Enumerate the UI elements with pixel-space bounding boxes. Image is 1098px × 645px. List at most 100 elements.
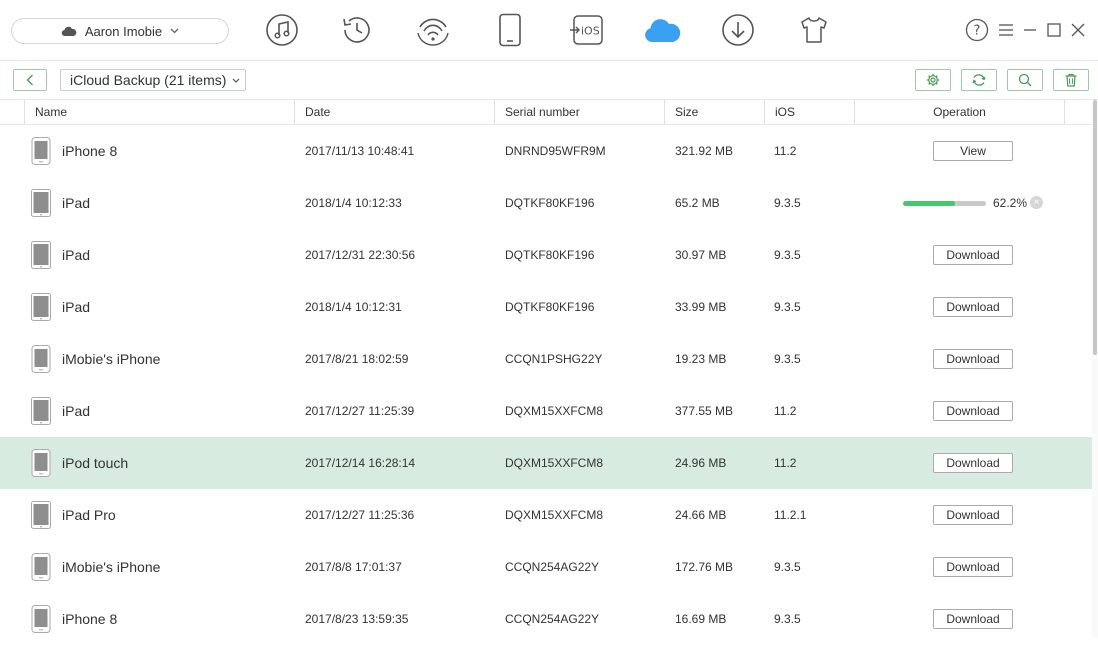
- backup-list-selector[interactable]: iCloud Backup (21 items): [60, 69, 246, 91]
- serial-number: DQTKF80KF196: [505, 177, 594, 229]
- table-row[interactable]: iPhone 82017/11/13 10:48:41DNRND95WFR9M3…: [0, 125, 1092, 177]
- column-header-size[interactable]: Size: [664, 100, 764, 124]
- history-tool[interactable]: [337, 10, 377, 50]
- serial-number: DQXM15XXFCM8: [505, 489, 603, 541]
- tablet-icon: [31, 397, 51, 430]
- column-header-serial[interactable]: Serial number: [494, 100, 664, 124]
- backup-date: 2017/12/27 11:25:36: [305, 489, 414, 541]
- vertical-scrollbar[interactable]: [1092, 100, 1098, 638]
- table-row[interactable]: iPad2017/12/27 11:25:39DQXM15XXFCM8377.5…: [0, 385, 1092, 437]
- ios-version: 9.3.5: [774, 541, 801, 593]
- delete-button[interactable]: [1053, 69, 1089, 91]
- device-name: iPad: [62, 385, 90, 437]
- help-button[interactable]: ?: [965, 18, 989, 42]
- device-name: iPad: [62, 281, 90, 333]
- serial-number: DQTKF80KF196: [505, 229, 594, 281]
- tablet-icon: [31, 241, 51, 274]
- column-header-ios[interactable]: iOS: [764, 100, 854, 124]
- scrollbar-thumb[interactable]: [1093, 100, 1097, 355]
- minimize-button[interactable]: [1018, 18, 1042, 42]
- serial-number: CCQN1PSHG22Y: [505, 333, 602, 385]
- music-tool[interactable]: [262, 10, 302, 50]
- download-button[interactable]: Download: [933, 401, 1013, 421]
- backup-size: 33.99 MB: [675, 281, 726, 333]
- table-row[interactable]: iPad 2018/1/4 10:12:31 DQTKF80KF196 33.99 M…: [0, 281, 1092, 333]
- phone-tool[interactable]: [490, 10, 530, 50]
- search-button[interactable]: [1007, 69, 1043, 91]
- ios-mover-tool[interactable]: iOS: [566, 10, 606, 50]
- progress-percent: 62.2%: [993, 177, 1027, 229]
- column-header-operation[interactable]: Operation: [854, 100, 1064, 124]
- refresh-button[interactable]: [961, 69, 997, 91]
- ios-version: 9.3.5: [774, 333, 801, 385]
- tablet-icon: [31, 189, 51, 222]
- device-name: Aaron Imobie: [85, 24, 162, 39]
- serial-number: CCQN254AG22Y: [505, 593, 599, 645]
- table-row[interactable]: iPod touch2017/12/14 16:28:14DQXM15XXFCM…: [0, 437, 1092, 489]
- serial-number: DQXM15XXFCM8: [505, 385, 603, 437]
- table-row[interactable]: iPhone 82017/8/23 13:59:35CCQN254AG22Y16…: [0, 593, 1092, 645]
- close-button[interactable]: [1066, 18, 1090, 42]
- table-row[interactable]: iMobie's iPhone 2017/8/21 18:02:59 CCQN1PS…: [0, 333, 1092, 385]
- phone-icon: [498, 13, 522, 47]
- progress-fill: [903, 201, 955, 206]
- menu-icon: [998, 23, 1014, 37]
- column-header-name[interactable]: Name: [24, 100, 294, 124]
- svg-text:iOS: iOS: [581, 25, 600, 38]
- phone-icon: [31, 449, 51, 482]
- backup-size: 172.76 MB: [675, 541, 733, 593]
- tshirt-icon: [799, 15, 829, 45]
- ios-version: 11.2: [774, 385, 796, 437]
- backup-size: 377.55 MB: [675, 385, 733, 437]
- serial-number: DQTKF80KF196: [505, 281, 594, 333]
- view-button[interactable]: View: [933, 141, 1013, 161]
- backup-date: 2017/12/31 22:30:56: [305, 229, 415, 281]
- trash-icon: [1064, 73, 1078, 87]
- table-row[interactable]: iPad2018/1/4 10:12:33DQTKF80KF19665.2 MB…: [0, 177, 1092, 229]
- back-button[interactable]: [13, 69, 47, 91]
- maximize-button[interactable]: [1042, 18, 1066, 42]
- maximize-icon: [1047, 23, 1061, 37]
- download-button[interactable]: Download: [933, 245, 1013, 265]
- cancel-download-icon[interactable]: ×: [1030, 196, 1043, 209]
- download-button[interactable]: Download: [933, 505, 1013, 525]
- help-icon: ?: [965, 18, 989, 42]
- download-tool[interactable]: [718, 10, 758, 50]
- download-icon: [721, 13, 755, 47]
- music-icon: [265, 13, 299, 47]
- device-selector[interactable]: Aaron Imobie: [11, 18, 229, 44]
- device-name: iPad Pro: [62, 489, 116, 541]
- chevron-left-icon: [26, 74, 34, 86]
- backup-date: 2017/8/21 18:02:59: [305, 333, 408, 385]
- download-button[interactable]: Download: [933, 557, 1013, 577]
- download-button[interactable]: Download: [933, 453, 1013, 473]
- menu-button[interactable]: [994, 18, 1018, 42]
- download-button[interactable]: Download: [933, 297, 1013, 317]
- table-row[interactable]: iMobie's iPhone2017/8/8 17:01:37CCQN254A…: [0, 541, 1092, 593]
- table-row[interactable]: iPad Pro2017/12/27 11:25:36DQXM15XXFCM82…: [0, 489, 1092, 541]
- icloud-icon: [643, 16, 681, 44]
- chevron-down-icon: [232, 75, 240, 85]
- device-name: iMobie's iPhone: [62, 333, 160, 385]
- gear-icon: [926, 73, 940, 87]
- settings-button[interactable]: [915, 69, 951, 91]
- search-icon: [1018, 73, 1032, 87]
- wifi-sync-tool[interactable]: [413, 10, 453, 50]
- table-row[interactable]: iPad2017/12/31 22:30:56DQTKF80KF19630.97…: [0, 229, 1092, 281]
- download-button[interactable]: Download: [933, 349, 1013, 369]
- sub-toolbar: iCloud Backup (21 items): [0, 61, 1098, 100]
- download-button[interactable]: Download: [933, 609, 1013, 629]
- phone-icon: [31, 345, 51, 378]
- column-header-date[interactable]: Date: [294, 100, 494, 124]
- backup-size: 24.96 MB: [675, 437, 726, 489]
- wifi-sync-icon: [415, 13, 451, 47]
- ios-version: 9.3.5: [774, 281, 801, 333]
- backup-date: 2018/1/4 10:12:33: [305, 177, 402, 229]
- icloud-tool[interactable]: [642, 10, 682, 50]
- tshirt-tool[interactable]: [794, 10, 834, 50]
- backup-date: 2018/1/4 10:12:31: [305, 281, 402, 333]
- phone-icon: [31, 605, 51, 638]
- page-title: iCloud Backup (21 items): [70, 72, 226, 88]
- device-name: iMobie's iPhone: [62, 541, 160, 593]
- phone-icon: [31, 137, 51, 170]
